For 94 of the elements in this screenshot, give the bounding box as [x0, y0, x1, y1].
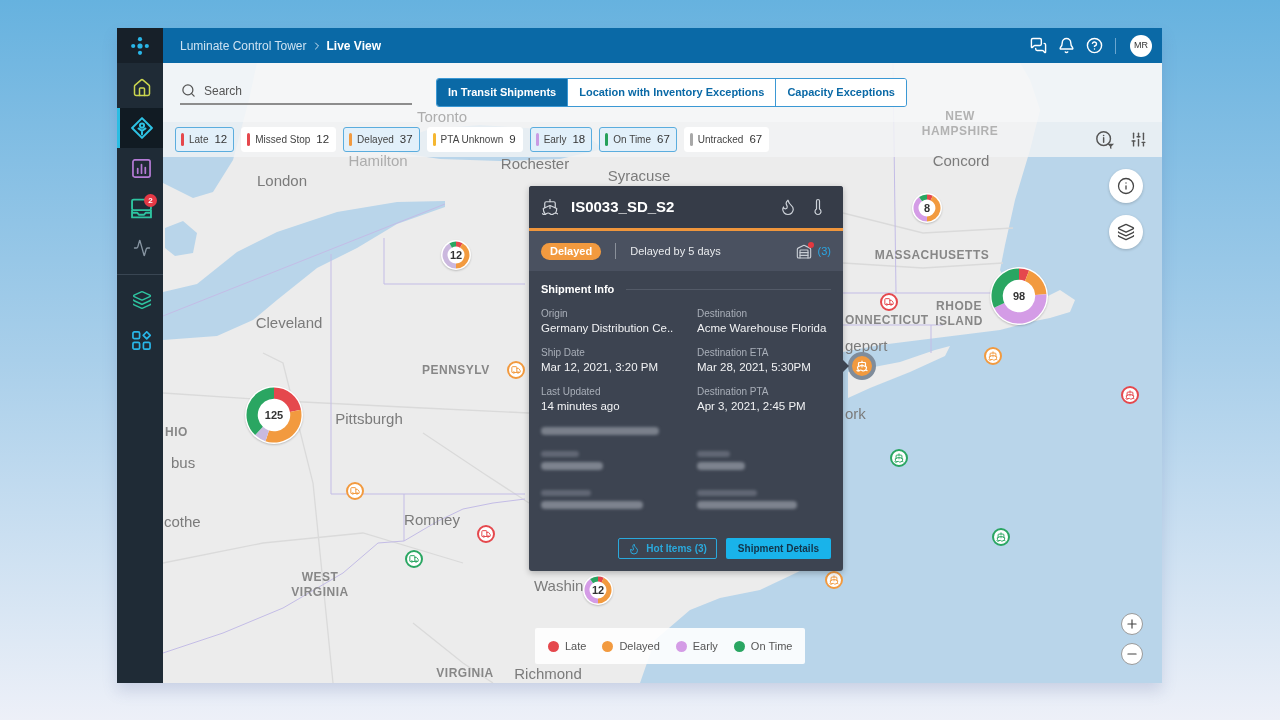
warehouse-alert-icon — [795, 242, 814, 260]
chat-icon[interactable] — [1030, 37, 1047, 54]
apps-grid-icon — [132, 330, 151, 350]
city-label: Syracuse — [607, 166, 671, 184]
layers-icon — [131, 290, 152, 310]
shipment-id: IS0033_SD_S2 — [571, 196, 675, 217]
region-label: NEW HAMPSHIRE — [921, 109, 999, 139]
region-label: PENNSYLV — [422, 362, 490, 378]
field-label: Destination — [697, 307, 749, 320]
sliders-icon[interactable] — [1130, 131, 1147, 148]
filter-chip[interactable]: Missed Stop 12 — [241, 127, 337, 152]
blurred-text — [541, 490, 591, 496]
sidebar-item[interactable]: 2 — [117, 188, 163, 228]
filter-chip[interactable]: Early 18 — [529, 127, 593, 152]
cluster-count: 98 — [1012, 290, 1026, 302]
city-label: Washin — [534, 576, 584, 594]
region-label: MASSACHUSETTS — [874, 247, 990, 263]
home-icon — [131, 78, 152, 98]
inbox-tray-icon — [131, 197, 152, 219]
field-label: Ship Date — [541, 346, 586, 359]
ship-icon — [541, 198, 559, 216]
filter-chip[interactable]: On Time 67 — [599, 127, 677, 152]
field-value: 14 minutes ago — [541, 399, 621, 414]
city-label: Hamilton — [348, 151, 408, 169]
logo-icon[interactable] — [131, 36, 149, 55]
sidebar-item[interactable] — [117, 108, 163, 148]
field-label: Destination PTA — [697, 385, 770, 398]
pulse-icon — [132, 239, 151, 257]
legend-label: Late — [565, 638, 587, 654]
delay-note: Delayed by 5 days — [630, 243, 721, 259]
legend-label: Early — [692, 638, 718, 654]
city-label: Richmond — [514, 664, 582, 682]
city-label: Cleveland — [255, 313, 323, 331]
cluster-count: 125 — [264, 409, 284, 421]
field-value: Mar 12, 2021, 3:20 PM — [541, 360, 659, 375]
cluster-count: 12 — [449, 249, 463, 261]
cluster-count: 8 — [923, 202, 931, 214]
user-avatar[interactable]: MR — [1130, 34, 1152, 57]
diamond-pin-icon — [130, 117, 153, 139]
region-label: WEST VIRGINIA — [291, 570, 349, 600]
field-label: Destination ETA — [697, 346, 770, 359]
blurred-text — [697, 462, 745, 470]
blurred-text — [697, 451, 730, 457]
bell-icon[interactable] — [1058, 37, 1075, 54]
breadcrumb-current: Live View — [326, 37, 381, 55]
flame-icon — [628, 542, 641, 555]
info-filter-icon[interactable] — [1095, 129, 1115, 150]
region-label: VIRGINIA — [436, 665, 494, 681]
view-tab[interactable]: Capacity Exceptions — [775, 79, 906, 106]
city-label: geport — [845, 336, 888, 354]
search-icon — [181, 83, 196, 98]
breadcrumb-link[interactable]: Luminate Control Tower — [180, 36, 307, 55]
layers-icon — [1117, 223, 1135, 241]
search-field[interactable]: Search — [180, 79, 412, 105]
region-label: HIO — [165, 424, 188, 440]
help-icon[interactable] — [1086, 37, 1103, 54]
filter-chip[interactable]: PTA Unknown 9 — [426, 127, 523, 152]
cluster-count: 12 — [591, 584, 605, 596]
region-label: ONNECTICUT — [845, 312, 929, 328]
status-badge: Delayed — [541, 242, 602, 260]
blurred-text — [541, 462, 603, 470]
filter-chip[interactable]: Late 12 — [175, 127, 235, 152]
filter-chip[interactable]: Delayed 37 — [343, 127, 420, 152]
field-label: Last Updated — [541, 385, 602, 398]
city-label: Rochester — [500, 154, 570, 172]
blurred-text — [541, 451, 579, 457]
blurred-text — [697, 490, 757, 496]
field-label: Origin — [541, 307, 569, 320]
hot-items-button[interactable]: Hot Items (3) — [618, 538, 717, 559]
field-value: Acme Warehouse Florida — [697, 321, 828, 336]
shipment-details-button[interactable]: Shipment Details — [725, 538, 831, 559]
city-label: Concord — [932, 151, 990, 169]
bar-chart-icon — [132, 158, 151, 178]
view-tab[interactable]: Location with Inventory Exceptions — [567, 79, 776, 106]
city-label: cothe — [164, 512, 201, 530]
info-icon — [1117, 177, 1135, 195]
field-value: Germany Distribution Ce.. — [541, 321, 675, 336]
city-label: bus — [171, 453, 196, 471]
section-title: Shipment Info — [541, 283, 615, 296]
city-label: Romney — [404, 510, 460, 528]
filter-chip[interactable]: Untracked 67 — [683, 127, 770, 152]
notification-badge: 2 — [144, 194, 157, 207]
flame-icon — [779, 198, 797, 216]
city-label: Toronto — [417, 107, 467, 125]
region-label: RHODE ISLAND — [935, 299, 983, 329]
field-value: Apr 3, 2021, 2:45 PM — [697, 399, 807, 414]
legend-label: On Time — [750, 638, 793, 654]
plus-icon — [1125, 617, 1139, 631]
view-tab[interactable]: In Transit Shipments — [437, 79, 568, 106]
city-label: London — [256, 171, 308, 189]
city-label: Pittsburgh — [335, 409, 403, 427]
city-label: ork — [845, 404, 866, 422]
legend-label: Delayed — [619, 638, 660, 654]
field-value: Mar 28, 2021, 5:30PM — [697, 360, 812, 375]
